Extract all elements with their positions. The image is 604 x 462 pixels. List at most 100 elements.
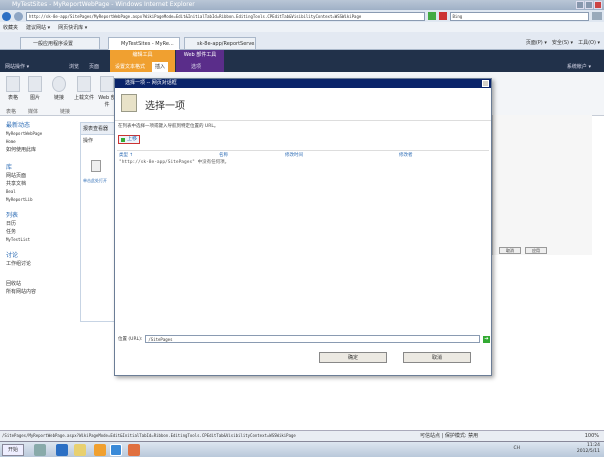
powershell-icon[interactable] — [56, 444, 68, 456]
stop-icon[interactable] — [438, 12, 447, 20]
nav-item[interactable]: 共享文档 — [6, 180, 68, 188]
nav-item[interactable]: 日历 — [6, 220, 68, 228]
tab-app-settings[interactable]: 一般应用程序设置 — [20, 37, 100, 50]
column-type[interactable]: 类型 ↑ — [119, 152, 133, 158]
window-title-bar: MyTestSites - MyReportWebPage - Windows … — [0, 0, 604, 10]
nav-item[interactable]: 工作组讨论 — [6, 260, 68, 268]
select-item-dialog: 选择一项 -- 网页对话框 选择一项 在列表中选择一项或键入导航到特定位置的 U… — [114, 78, 492, 376]
column-headers: 类型 ↑ 名称 修改时间 修改者 — [117, 150, 489, 158]
user-menu[interactable]: 系统帐户 ▾ — [564, 62, 594, 72]
empty-message: "http://sk-8e-app/SitePages" 中没有任何项。 — [119, 160, 230, 165]
tab-options[interactable]: 选项 — [188, 62, 204, 72]
web-slice-gallery-link[interactable]: 网页快讯库 ▾ — [58, 24, 87, 31]
nav-heading-libraries[interactable]: 库 — [6, 164, 68, 172]
table-button[interactable]: 表格 — [4, 76, 22, 101]
document-icon — [91, 160, 101, 172]
group-media-label: 媒体 — [28, 109, 39, 115]
maximize-button[interactable] — [585, 1, 593, 9]
nav-item[interactable]: Home — [6, 138, 68, 146]
nav-item[interactable]: MyReportLib — [6, 196, 68, 204]
explorer-icon[interactable] — [74, 444, 86, 456]
tool-icon[interactable] — [128, 444, 140, 456]
back-button[interactable] — [2, 11, 11, 21]
zoom-level[interactable]: 100% — [585, 431, 599, 441]
search-input[interactable]: Bing — [449, 11, 590, 21]
column-name[interactable]: 名称 — [219, 152, 228, 158]
webpart-icon — [100, 76, 114, 92]
quick-launch: 最新动态 MyReportWebPage Home 如何使用此库 库 网站页面 … — [2, 116, 72, 330]
dialog-icon — [121, 94, 137, 112]
tab-mytestsites[interactable]: MyTestSites - MyRe... — [108, 37, 180, 50]
editing-tools-label: 编辑工具 — [132, 52, 153, 58]
link-icon — [52, 76, 66, 92]
tab-browse[interactable]: 浏览 — [66, 62, 82, 72]
up-button[interactable]: 上移 — [118, 135, 140, 144]
bg-cancel-button[interactable]: 取消 — [499, 247, 521, 254]
location-label: 位置 (URL): — [118, 337, 143, 342]
nav-item[interactable]: 如何使用此库 — [6, 146, 68, 154]
nav-item[interactable]: MyTestList — [6, 236, 68, 244]
all-site-content-link[interactable]: 所有网站内容 — [6, 288, 68, 296]
ribbon-tabs: 网站操作 ▾ 浏览 页面 编辑工具 设置文本格式 插入 Web 部件工具 选项 … — [0, 50, 604, 72]
location-input[interactable]: /SitePages — [145, 335, 480, 343]
favorites-button[interactable]: 收藏夹 — [3, 24, 18, 31]
dialog-close-button[interactable] — [482, 80, 489, 87]
tools-menu[interactable]: 工具(O) ▾ — [578, 39, 600, 46]
taskbar: 开始 CH 11:24 2012/5/11 — [0, 441, 604, 457]
minimize-button[interactable] — [576, 1, 584, 9]
window-title: MyTestSites - MyReportWebPage - Windows … — [12, 1, 195, 8]
close-button[interactable] — [594, 1, 602, 9]
column-modified[interactable]: 修改时间 — [285, 152, 303, 158]
refresh-icon[interactable] — [427, 12, 436, 20]
internet-explorer-icon[interactable] — [110, 444, 122, 456]
background-tool-pane: 取消 应用 — [492, 115, 592, 255]
status-bar: /SitePages/MyReportWebPage.aspx?WikiPage… — [0, 430, 604, 441]
suggested-sites-link[interactable]: 建议网站 ▾ — [26, 24, 50, 31]
app-icon[interactable] — [94, 444, 106, 456]
link-button[interactable]: 链接 — [50, 76, 68, 101]
nav-item[interactable]: MyReportWebPage — [6, 130, 68, 138]
go-arrow-icon[interactable]: ➔ — [483, 335, 490, 343]
forward-button[interactable] — [13, 11, 23, 21]
cancel-button[interactable]: 取消 — [403, 352, 471, 363]
tab-page[interactable]: 页面 — [86, 62, 102, 72]
editing-tools-group: 编辑工具 设置文本格式 插入 — [110, 50, 175, 72]
nav-item[interactable]: 任务 — [6, 228, 68, 236]
start-button[interactable]: 开始 — [2, 444, 24, 456]
nav-item[interactable]: 网站页面 — [6, 172, 68, 180]
language-indicator[interactable]: CH — [513, 446, 520, 452]
column-modified-by[interactable]: 修改者 — [399, 152, 413, 158]
bg-apply-button[interactable]: 应用 — [525, 247, 547, 254]
search-icon[interactable] — [592, 12, 602, 20]
nav-heading-recent[interactable]: 最新动态 — [6, 122, 68, 130]
picture-icon — [28, 76, 42, 92]
table-icon — [6, 76, 20, 92]
dialog-description: 在列表中选择一项或键入导航到特定位置的 URL。 — [118, 124, 219, 129]
clock-date[interactable]: 2012/5/11 — [577, 449, 600, 455]
address-input[interactable]: http://sk-8e-app/SitePages/MyReportWebPa… — [25, 11, 425, 21]
tab-insert[interactable]: 插入 — [152, 62, 169, 72]
nav-item[interactable]: Beal — [6, 188, 68, 196]
group-links-label: 链接 — [60, 109, 71, 115]
server-manager-icon[interactable] — [34, 444, 46, 456]
status-url: /SitePages/MyReportWebPage.aspx?WikiPage… — [2, 433, 296, 438]
group-table-label: 表格 — [6, 109, 17, 115]
upload-icon — [77, 76, 91, 92]
upload-file-button[interactable]: 上载文件 — [72, 76, 96, 101]
ok-button[interactable]: 确定 — [319, 352, 387, 363]
tab-format-text[interactable]: 设置文本格式 — [112, 62, 148, 72]
nav-heading-lists[interactable]: 列表 — [6, 212, 68, 220]
picture-button[interactable]: 图片 — [26, 76, 44, 101]
safety-menu[interactable]: 安全(S) ▾ — [552, 39, 573, 46]
favorites-bar: 收藏夹 建议网站 ▾ 网页快讯库 ▾ — [0, 22, 604, 32]
address-bar-row: http://sk-8e-app/SitePages/MyReportWebPa… — [0, 10, 604, 22]
page-menu[interactable]: 页面(P) ▾ — [526, 39, 547, 46]
webpart-tools-label: Web 部件工具 — [183, 52, 217, 58]
security-zone: 可信站点 | 保护模式: 禁用 — [420, 433, 479, 439]
recycle-bin-link[interactable]: 回收站 — [6, 280, 68, 288]
nav-heading-discussions[interactable]: 讨论 — [6, 252, 68, 260]
system-tray: CH 11:24 2012/5/11 — [513, 443, 600, 455]
dialog-title: 选择一项 -- 网页对话框 — [125, 80, 177, 86]
tab-reportserver[interactable]: sk-8e-app/ReportServe... — [184, 37, 256, 50]
site-actions-menu[interactable]: 网站操作 ▾ — [2, 62, 32, 72]
